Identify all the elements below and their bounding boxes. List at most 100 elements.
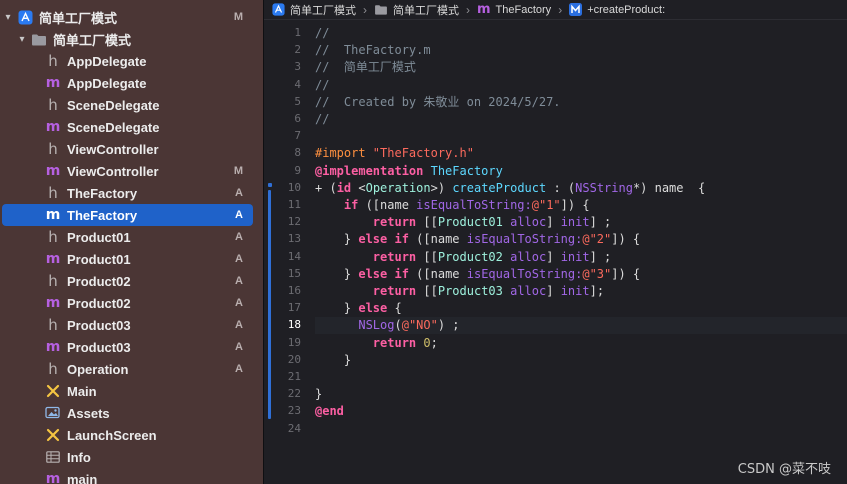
nav-item-file[interactable]: Assets: [0, 402, 263, 424]
code-token: ([name: [358, 198, 417, 212]
code-line[interactable]: //: [315, 25, 847, 42]
jumpbar-crumb-group[interactable]: 简单工厂模式: [374, 2, 459, 18]
code-line[interactable]: return 0;: [315, 335, 847, 352]
line-number[interactable]: 15: [271, 267, 301, 280]
nav-item-file[interactable]: h ViewController: [0, 138, 263, 160]
code-token: ]: [546, 249, 561, 264]
scm-status-badge: A: [235, 363, 243, 375]
code-line[interactable]: + (id <Operation>) createProduct : (NSSt…: [315, 180, 847, 197]
jumpbar-crumb-project[interactable]: 简单工厂模式: [272, 2, 356, 18]
chevron-right-icon: ›: [363, 2, 367, 17]
line-number[interactable]: 4: [271, 78, 301, 91]
objc-file-icon: m: [45, 251, 61, 267]
code-token: // Created by 朱敬业 on 2024/5/27.: [315, 94, 561, 109]
line-number[interactable]: 8: [271, 146, 301, 159]
code-line[interactable]: } else if ([name isEqualToString:@"2"]) …: [315, 231, 847, 248]
nav-item-label: Operation: [67, 361, 129, 377]
line-number[interactable]: 2: [271, 43, 301, 56]
code-line[interactable]: NSLog(@"NO") ;: [315, 317, 847, 335]
code-line[interactable]: //: [315, 111, 847, 128]
nav-item-file[interactable]: m main: [0, 468, 263, 484]
code-line[interactable]: if ([name isEqualToString:@"1"]) {: [315, 197, 847, 214]
code-area[interactable]: // // TheFactory.m // 简单工厂模式 // // Created b…: [315, 20, 847, 484]
line-number[interactable]: 6: [271, 112, 301, 125]
nav-item-file[interactable]: m AppDelegate: [0, 72, 263, 94]
jumpbar-crumb-file[interactable]: m TheFactory: [477, 2, 551, 17]
jumpbar-crumb-method[interactable]: +createProduct:: [569, 3, 665, 16]
code-line[interactable]: [315, 128, 847, 145]
header-file-icon: h: [48, 140, 58, 158]
code-line[interactable]: } else if ([name isEqualToString:@"3"]) …: [315, 266, 847, 283]
line-number[interactable]: 13: [271, 232, 301, 245]
crumb-label: +createProduct:: [587, 3, 666, 16]
line-number[interactable]: 20: [271, 353, 301, 366]
line-number[interactable]: 18: [271, 318, 301, 331]
code-line[interactable]: // Created by 朱敬业 on 2024/5/27.: [315, 94, 847, 111]
code-token: @"1": [531, 198, 561, 212]
code-line[interactable]: } else {: [315, 300, 847, 317]
line-number[interactable]: 9: [271, 164, 301, 177]
code-line[interactable]: return [[Product01 alloc] init] ;: [315, 214, 847, 231]
line-number[interactable]: 24: [271, 422, 301, 435]
code-line[interactable]: @implementation TheFactory: [315, 163, 847, 180]
line-number[interactable]: 23: [271, 404, 301, 417]
code-token: init: [560, 249, 590, 264]
line-number[interactable]: 3: [271, 60, 301, 73]
line-number[interactable]: 5: [271, 95, 301, 108]
line-number[interactable]: 1: [271, 26, 301, 39]
jump-bar: 简单工厂模式 › 简单工厂模式 › m TheFactory › +create…: [264, 0, 847, 19]
code-line[interactable]: [315, 369, 847, 386]
code-line[interactable]: @end: [315, 403, 847, 420]
line-number[interactable]: 7: [271, 129, 301, 142]
objc-file-icon: m: [45, 163, 61, 179]
nav-item-file[interactable]: h TheFactory A: [0, 182, 263, 204]
nav-item-file[interactable]: h Operation A: [0, 358, 263, 380]
nav-item-project[interactable]: ▾ 简单工厂模式 M: [0, 6, 263, 28]
code-line[interactable]: [315, 421, 847, 438]
line-number[interactable]: 16: [271, 284, 301, 297]
nav-item-file[interactable]: m ViewController M: [0, 160, 263, 182]
code-line[interactable]: return [[Product03 alloc] init];: [315, 283, 847, 300]
line-number[interactable]: 14: [271, 250, 301, 263]
code-line[interactable]: }: [315, 386, 847, 403]
line-number[interactable]: 12: [271, 215, 301, 228]
disclosure-chevron-icon[interactable]: ▾: [3, 12, 13, 23]
nav-item-file[interactable]: m SceneDelegate: [0, 116, 263, 138]
nav-item-file[interactable]: h SceneDelegate: [0, 94, 263, 116]
code-line[interactable]: return [[Product02 alloc] init] ;: [315, 249, 847, 266]
storyboard-icon: [45, 383, 61, 399]
code-line[interactable]: //: [315, 77, 847, 94]
line-number[interactable]: 11: [271, 198, 301, 211]
disclosure-chevron-icon[interactable]: ▾: [17, 34, 27, 45]
code-line[interactable]: }: [315, 352, 847, 369]
nav-item-file[interactable]: LaunchScreen: [0, 424, 263, 446]
line-number[interactable]: 10: [271, 181, 301, 194]
code-line[interactable]: // 简单工厂模式: [315, 59, 847, 76]
nav-item-file[interactable]: h Product03 A: [0, 314, 263, 336]
line-number[interactable]: 17: [271, 301, 301, 314]
nav-item-label: main: [67, 471, 98, 484]
nav-item-file[interactable]: Main: [0, 380, 263, 402]
code-line[interactable]: // TheFactory.m: [315, 42, 847, 59]
nav-item-file[interactable]: m Product01 A: [0, 248, 263, 270]
line-number[interactable]: 22: [271, 387, 301, 400]
nav-item-file[interactable]: m Product03 A: [0, 336, 263, 358]
code-line[interactable]: #import "TheFactory.h": [315, 145, 847, 162]
header-file-icon: h: [48, 316, 58, 334]
code-token: // 简单工厂模式: [315, 60, 416, 75]
chevron-right-icon: ›: [466, 2, 470, 17]
nav-item-file[interactable]: Info: [0, 446, 263, 468]
code-token: "TheFactory.h": [372, 146, 474, 161]
crumb-label: TheFactory: [495, 3, 552, 16]
nav-item-group[interactable]: ▾ 简单工厂模式: [0, 28, 263, 50]
line-number[interactable]: 19: [271, 336, 301, 349]
nav-item-file[interactable]: h AppDelegate: [0, 50, 263, 72]
nav-item-file[interactable]: m Product02 A: [0, 292, 263, 314]
nav-item-file[interactable]: h Product01 A: [0, 226, 263, 248]
nav-item-file-selected[interactable]: m TheFactory A: [0, 204, 263, 226]
header-file-icon: h: [48, 96, 58, 114]
nav-item-file[interactable]: h Product02 A: [0, 270, 263, 292]
line-number[interactable]: 21: [271, 370, 301, 383]
